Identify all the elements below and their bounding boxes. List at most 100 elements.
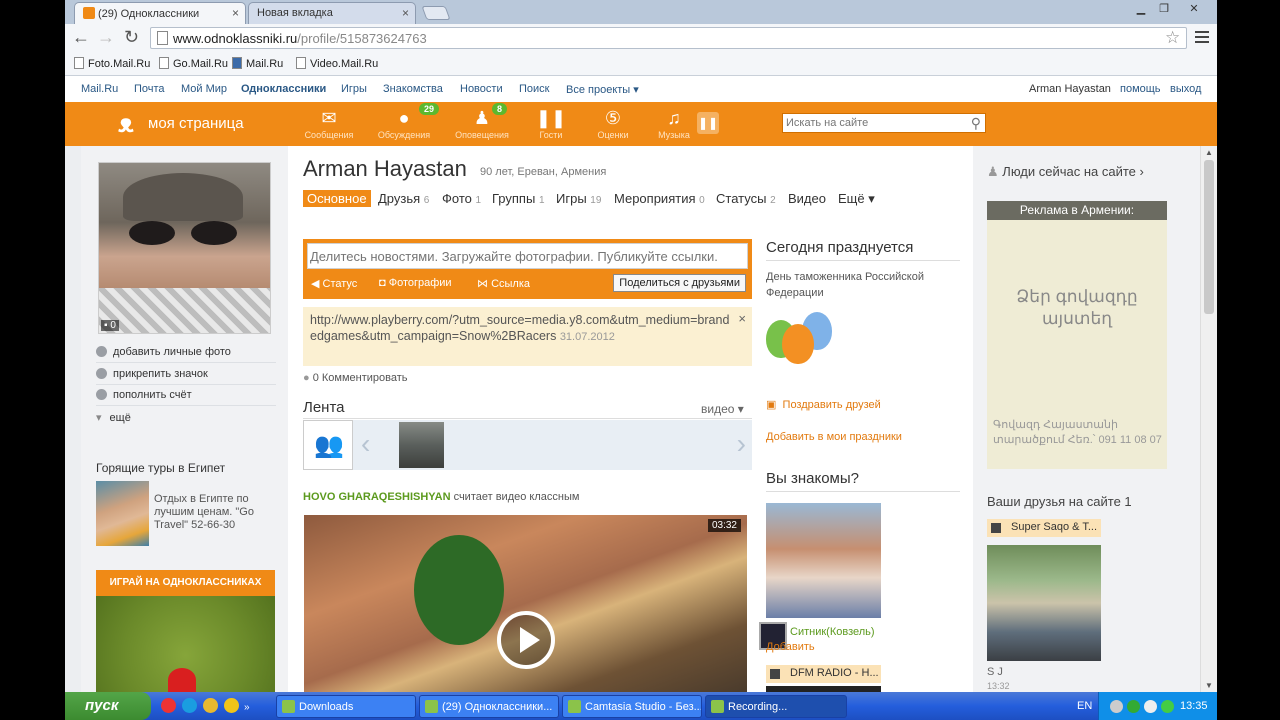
chevron-right-icon[interactable]: » <box>244 702 254 713</box>
feed-filter-dropdown[interactable]: видео ▾ <box>701 402 744 416</box>
nav-link-all-projects[interactable]: Все проекты ▾ <box>566 83 639 96</box>
tab-photos[interactable]: Фото 1 <box>442 191 481 206</box>
post-url[interactable]: http://www.playberry.com/?utm_source=med… <box>310 313 729 343</box>
share-input[interactable] <box>308 244 744 268</box>
add-holiday-link[interactable]: Добавить в мои праздники <box>766 431 902 443</box>
scrollbar[interactable]: ▲ ▼ <box>1200 146 1217 692</box>
close-tab-icon[interactable]: × <box>402 6 409 20</box>
forward-icon[interactable]: → <box>97 27 115 47</box>
messages-button[interactable]: ✉ Сообщения <box>299 108 359 140</box>
nav-link-mailru[interactable]: Mail.Ru <box>81 83 118 95</box>
ad-box[interactable]: Ձեր գովազդը այստեղ Գովազդ Հայաստանի տարա… <box>987 220 1167 469</box>
post-user[interactable]: HOVO GHARAQESHISHYAN <box>303 491 451 503</box>
tray-icon[interactable] <box>1161 700 1174 713</box>
video-player[interactable]: 03:32 <box>304 515 747 692</box>
minimize-icon[interactable]: ▁ <box>1130 2 1152 16</box>
tab-new[interactable]: Новая вкладка × <box>248 2 416 24</box>
chevron-right-icon[interactable]: › <box>737 428 746 460</box>
game-banner[interactable]: ИГРАЙ НА ОДНОКЛАССНИКАХ <box>96 570 275 692</box>
scroll-thumb[interactable] <box>1204 160 1214 314</box>
tab-main[interactable]: Основное <box>303 190 371 207</box>
attach-badge-link[interactable]: прикрепить значок <box>96 368 276 385</box>
bookmark-star-icon[interactable]: ☆ <box>1165 28 1180 48</box>
comment-link[interactable]: ● 0 Комментировать <box>303 372 408 384</box>
close-tab-icon[interactable]: × <box>232 6 239 20</box>
bookmark-item[interactable]: Go.Mail.Ru <box>159 57 228 70</box>
tab-games[interactable]: Игры 19 <box>556 191 601 206</box>
app-icon[interactable] <box>224 698 239 713</box>
nav-link-mail[interactable]: Почта <box>134 83 165 95</box>
nav-link-search[interactable]: Поиск <box>519 83 549 95</box>
nav-link-games[interactable]: Игры <box>341 83 367 95</box>
task-browser[interactable]: (29) Одноклассники... <box>419 695 559 718</box>
scroll-up-icon[interactable]: ▲ <box>1205 148 1213 157</box>
skype-icon[interactable] <box>182 698 197 713</box>
task-downloads[interactable]: Downloads <box>276 695 416 718</box>
tab-more[interactable]: Ещё ▾ <box>838 191 875 207</box>
chrome-icon[interactable] <box>203 698 218 713</box>
tray-icon[interactable] <box>1144 700 1157 713</box>
congratulate-link[interactable]: ▣ Поздравить друзей <box>766 398 881 411</box>
nav-link-myworld[interactable]: Мой Мир <box>181 83 227 95</box>
online-friend-photo[interactable] <box>987 545 1101 661</box>
ad-title[interactable]: Горящие туры в Египет <box>96 461 225 475</box>
task-camtasia[interactable]: Camtasia Studio - Без... <box>562 695 702 718</box>
back-icon[interactable]: ← <box>72 27 90 47</box>
tray-icon[interactable] <box>1127 700 1140 713</box>
suggested-friend-name[interactable]: Ситник(Ковзель) <box>790 626 875 638</box>
nav-link-dating[interactable]: Знакомства <box>383 83 443 95</box>
new-tab-button[interactable] <box>421 6 451 20</box>
tab-odnoklassniki[interactable]: (29) Одноклассники × <box>74 2 246 24</box>
bookmark-item[interactable]: Foto.Mail.Ru <box>74 57 150 70</box>
tray-icon[interactable] <box>1110 700 1123 713</box>
tab-events[interactable]: Мероприятия 0 <box>614 191 705 206</box>
opera-icon[interactable] <box>161 698 176 713</box>
music-track[interactable]: DFM RADIO - H... <box>766 665 881 683</box>
add-friend-link[interactable]: Добавить <box>766 641 815 653</box>
link-button[interactable]: ⋈ Ссылка <box>477 277 530 290</box>
play-icon[interactable] <box>497 611 555 669</box>
tab-groups[interactable]: Группы 1 <box>492 191 545 206</box>
friend-music-track[interactable]: Super Saqo & T... <box>987 519 1101 537</box>
task-recording[interactable]: Recording... <box>705 695 847 718</box>
nav-link-news[interactable]: Новости <box>460 83 503 95</box>
tab-friends[interactable]: Друзья 6 <box>378 191 429 206</box>
photos-button[interactable]: ◘ Фотографии <box>379 277 452 289</box>
close-icon[interactable]: × <box>738 311 746 326</box>
ratings-button[interactable]: ⑤ Оценки <box>583 108 643 140</box>
start-button[interactable]: пуск <box>65 692 151 720</box>
people-online-link[interactable]: ♟ Люди сейчас на сайте › <box>987 164 1144 180</box>
nav-link-ok[interactable]: Одноклассники <box>241 83 326 95</box>
maximize-icon[interactable]: ❐ <box>1153 2 1175 16</box>
friend-thumb[interactable] <box>399 422 444 468</box>
language-indicator[interactable]: EN <box>1077 700 1092 712</box>
user-name[interactable]: Arman Hayastan <box>1029 83 1111 95</box>
bookmark-item[interactable]: Mail.Ru <box>232 57 283 70</box>
all-friends-thumb[interactable] <box>303 420 353 470</box>
chevron-left-icon[interactable]: ‹ <box>361 428 370 460</box>
guests-button[interactable]: ❚❚ Гости <box>521 108 581 140</box>
add-photo-link[interactable]: добавить личные фото <box>96 346 276 363</box>
ad-text[interactable]: Отдых в Египте по лучшим ценам. "Go Trav… <box>154 493 274 532</box>
close-window-icon[interactable]: ✕ <box>1183 2 1205 16</box>
logout-link[interactable]: выход <box>1170 83 1201 95</box>
site-search[interactable]: ⚲ <box>782 113 986 133</box>
bookmark-item[interactable]: Video.Mail.Ru <box>296 57 378 70</box>
profile-photo[interactable]: ▪ 0 <box>98 162 271 334</box>
music-button[interactable]: ♫ Музыка <box>644 108 704 140</box>
address-bar[interactable]: www.odnoklassniki.ru/profile/51587362476… <box>150 27 1187 49</box>
more-link[interactable]: ▾ ещё <box>96 411 276 428</box>
search-icon[interactable]: ⚲ <box>971 115 981 132</box>
online-friend-name[interactable]: S J <box>987 666 1003 678</box>
reload-icon[interactable]: ↻ <box>124 27 139 47</box>
scroll-down-icon[interactable]: ▼ <box>1205 681 1213 690</box>
share-with-friends-button[interactable]: Поделиться с друзьями <box>613 274 746 292</box>
help-link[interactable]: помощь <box>1120 83 1161 95</box>
suggested-friend-photo[interactable] <box>766 503 881 618</box>
topup-link[interactable]: пополнить счёт <box>96 389 276 406</box>
my-page-link[interactable]: моя страница <box>148 115 244 132</box>
pause-icon[interactable]: ❚❚ <box>697 112 719 134</box>
tab-statuses[interactable]: Статусы 2 <box>716 191 776 206</box>
ad-image[interactable] <box>96 481 149 546</box>
tab-video[interactable]: Видео <box>788 191 826 206</box>
